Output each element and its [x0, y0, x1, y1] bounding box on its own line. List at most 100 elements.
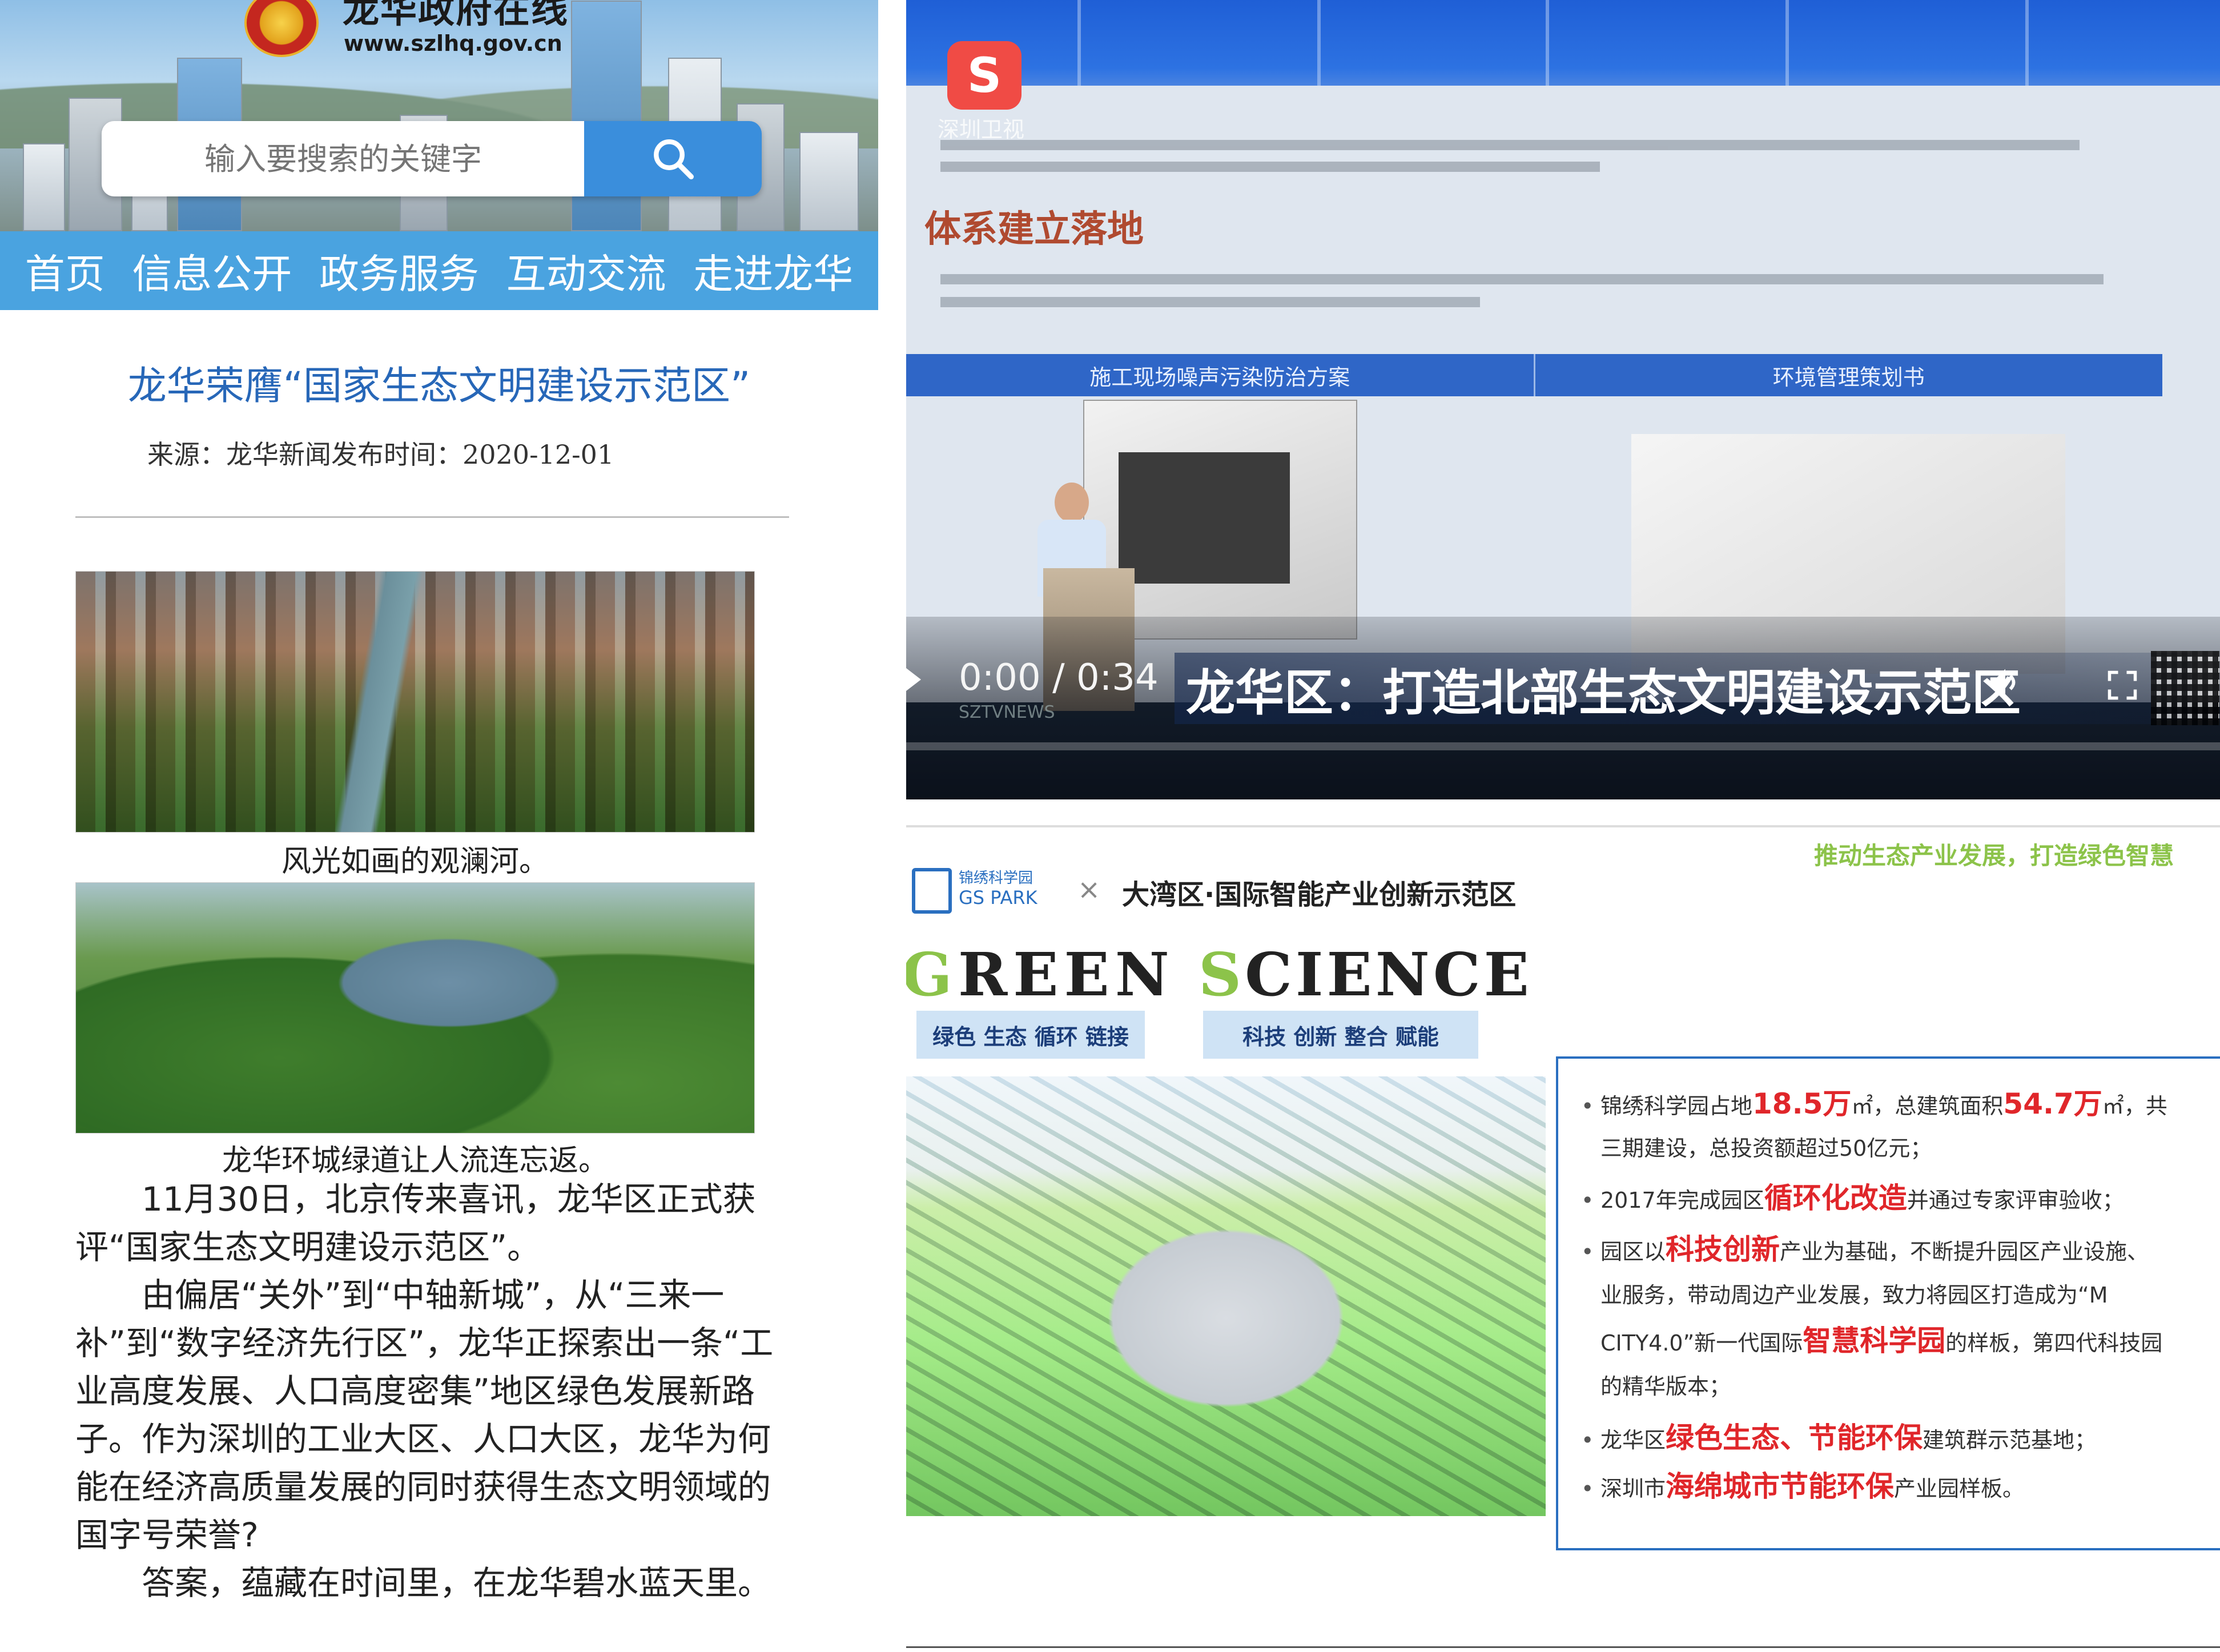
info-box: • 锦绣科学园占地18.5万㎡，总建筑面积54.7万㎡，共 三期建设，总投资额超过… — [1556, 1056, 2220, 1550]
stage-backdrop — [906, 0, 2220, 97]
truss — [1785, 0, 1789, 91]
skyline-building — [799, 132, 859, 231]
video-player[interactable]: S 深圳卫视 体系建立落地 施工现场噪声污染防治方案 环境管理策划书 0:00 … — [906, 0, 2220, 799]
slide-column-label: 施工现场噪声污染防治方案 — [1089, 364, 1350, 390]
bullet-text: 锦绣科学园占地 — [1600, 1094, 1753, 1119]
slide-text-blurred — [940, 128, 2139, 172]
search-input[interactable] — [102, 121, 584, 196]
bullet-text: ㎡，共 — [2102, 1094, 2167, 1119]
gs-park-slide: 推动生态产业发展，打造绿色智慧 锦绣科学园 GS PARK × 大湾区·国际智能… — [906, 825, 2220, 1652]
science-heading: SCIENCE — [1199, 939, 1533, 1010]
bullet-highlight: 智慧科学园 — [1803, 1324, 1946, 1357]
skyline-building — [23, 143, 65, 231]
green-rest: REEN — [958, 939, 1175, 1010]
bullet-text: 建筑群示范基地； — [1923, 1428, 2097, 1453]
play-icon — [906, 668, 921, 691]
bullet-highlight: 海绵城市节能环保 — [1666, 1470, 1895, 1503]
bullet-highlight: 绿色生态、节能环保 — [1666, 1421, 1923, 1454]
bullet-continuation: 的精华版本； — [1581, 1364, 2220, 1409]
volume-button[interactable] — [1980, 657, 2031, 708]
photo-caption: 风光如画的观澜河。 — [281, 845, 549, 879]
science-keywords: 科技 创新 整合 赋能 — [1203, 1011, 1478, 1059]
park-aerial-render — [906, 1076, 1546, 1516]
article-meta: 来源：龙华新闻发布时间：2020-12-01 — [147, 439, 614, 470]
logo-cn-text: 锦绣科学园 — [959, 870, 1033, 887]
site-url: www.szlhq.gov.cn — [344, 31, 562, 56]
nav-item-home[interactable]: 首页 — [25, 242, 105, 300]
bullet-highlight: 循环化改造 — [1764, 1181, 1907, 1215]
bullet-continuation: 业服务，带动周边产业发展，致力将园区打造成为“M — [1581, 1273, 2220, 1317]
bullet-item: • 2017年完成园区循环化改造并通过专家评审验收； — [1581, 1181, 2124, 1215]
green-initial: G — [906, 939, 958, 1010]
slide-column-label: 环境管理策划书 — [1533, 354, 2163, 396]
bullet-text: 并通过专家评审验收； — [1907, 1188, 2124, 1213]
site-name: 龙华政府在线 — [343, 0, 569, 31]
divider — [906, 1646, 2220, 1648]
header-banner: 龙华政府在线 www.szlhq.gov.cn — [0, 0, 878, 231]
speaker-head — [1055, 483, 1089, 522]
play-button[interactable] — [906, 662, 923, 697]
article-paragraph: 答案，蕴藏在时间里，在龙华碧水蓝天里。 — [142, 1563, 771, 1602]
nav-item-services[interactable]: 政务服务 — [319, 242, 479, 300]
bullet-text: 龙华区 — [1600, 1428, 1666, 1453]
bullet-highlight: 54.7万 — [2003, 1087, 2102, 1120]
times-icon: × — [1077, 874, 1101, 906]
bullet-highlight: 18.5万 — [1752, 1087, 1852, 1120]
bullet-text: 三期建设，总投资额超过50亿元； — [1600, 1136, 1932, 1161]
bullet-item: • 园区以科技创新产业为基础，不断提升园区产业设施、 — [1581, 1233, 2149, 1266]
river-photo — [75, 571, 755, 833]
article-body: 11月30日，北京传来喜讯，龙华区正式获评“国家生态文明建设示范区”。 由偏居“… — [75, 1175, 783, 1607]
bullet-item: • 龙华区绿色生态、节能环保建筑群示范基地； — [1581, 1421, 2097, 1454]
truss — [2025, 0, 2029, 91]
main-nav: 首页 信息公开 政务服务 互动交流 走进龙华 — [0, 231, 878, 310]
search-bar — [102, 121, 762, 196]
nav-item-about[interactable]: 走进龙华 — [693, 242, 853, 300]
logo-en-text: GS PARK — [959, 887, 1037, 909]
divider — [75, 516, 789, 518]
nav-item-info-disclosure[interactable]: 信息公开 — [132, 242, 292, 300]
bullet-text: 产业园样板。 — [1894, 1476, 2025, 1501]
qr-code-icon — [2151, 651, 2219, 725]
truss — [1546, 0, 1549, 91]
truss — [1317, 0, 1321, 91]
bullet-highlight: 科技创新 — [1666, 1233, 1780, 1266]
speaker-icon — [1990, 669, 2016, 696]
truss — [1077, 0, 1081, 91]
bullet-continuation: CITY4.0”新一代国际智慧科学园的样板，第四代科技园 — [1581, 1319, 2220, 1365]
bullet-continuation: 三期建设，总投资额超过50亿元； — [1581, 1126, 2220, 1171]
gs-park-logo-icon — [912, 868, 952, 914]
slide-tagline: 推动生态产业发展，打造绿色智慧 — [1814, 842, 2174, 870]
slide-title: 大湾区·国际智能产业创新示范区 — [1122, 879, 1517, 911]
divider — [906, 825, 2220, 827]
article-paragraph: 11月30日，北京传来喜讯，龙华区正式获评“国家生态文明建设示范区”。 — [75, 1180, 756, 1267]
skyline-building — [571, 1, 642, 231]
nav-item-interaction[interactable]: 互动交流 — [506, 242, 666, 300]
slide-column-header: 施工现场噪声污染防治方案 环境管理策划书 — [906, 354, 2162, 396]
bullet-text: 业服务，带动周边产业发展，致力将园区打造成为“M — [1600, 1283, 2108, 1308]
bullet-text: 2017年完成园区 — [1600, 1188, 1764, 1213]
bullet-item: • 锦绣科学园占地18.5万㎡，总建筑面积54.7万㎡，共 — [1581, 1087, 2167, 1120]
ticker-label: SZTVNEWS — [959, 702, 1055, 722]
bullet-text: 园区以 — [1600, 1239, 1666, 1264]
bullet-text: CITY4.0”新一代国际 — [1600, 1331, 1803, 1356]
green-keywords: 绿色 生态 循环 链接 — [916, 1011, 1145, 1059]
photo-caption: 龙华环城绿道让人流连忘返。 — [222, 1144, 608, 1178]
article-paragraph: 由偏居“关外”到“中轴新城”，从“三来一补”到“数字经济先行区”，龙华正探索出一… — [75, 1276, 774, 1554]
science-initial: S — [1199, 939, 1245, 1010]
bullet-text: 的样板，第四代科技园 — [1945, 1331, 2163, 1356]
greenway-photo — [75, 882, 755, 1134]
bullet-item: • 深圳市海绵城市节能环保产业园样板。 — [1581, 1470, 2025, 1503]
bullet-text: 产业为基础，不断提升园区产业设施、 — [1780, 1239, 2149, 1264]
fullscreen-icon — [2108, 670, 2137, 700]
progress-bar[interactable] — [906, 742, 2220, 750]
slide-figure — [1119, 452, 1290, 584]
bullet-text: 的精华版本； — [1600, 1374, 1731, 1399]
slide-heading: 体系建立落地 — [924, 208, 1144, 251]
article-title: 龙华荣膺“国家生态文明建设示范区” — [127, 364, 751, 409]
bullet-text: ㎡，总建筑面积 — [1851, 1094, 2004, 1119]
fullscreen-button[interactable] — [2100, 662, 2145, 708]
bullet-text: 深圳市 — [1600, 1476, 1666, 1501]
search-button[interactable] — [584, 121, 762, 196]
green-heading: GREEN — [906, 939, 1175, 1010]
time-display: 0:00 / 0:34 — [959, 657, 1159, 699]
